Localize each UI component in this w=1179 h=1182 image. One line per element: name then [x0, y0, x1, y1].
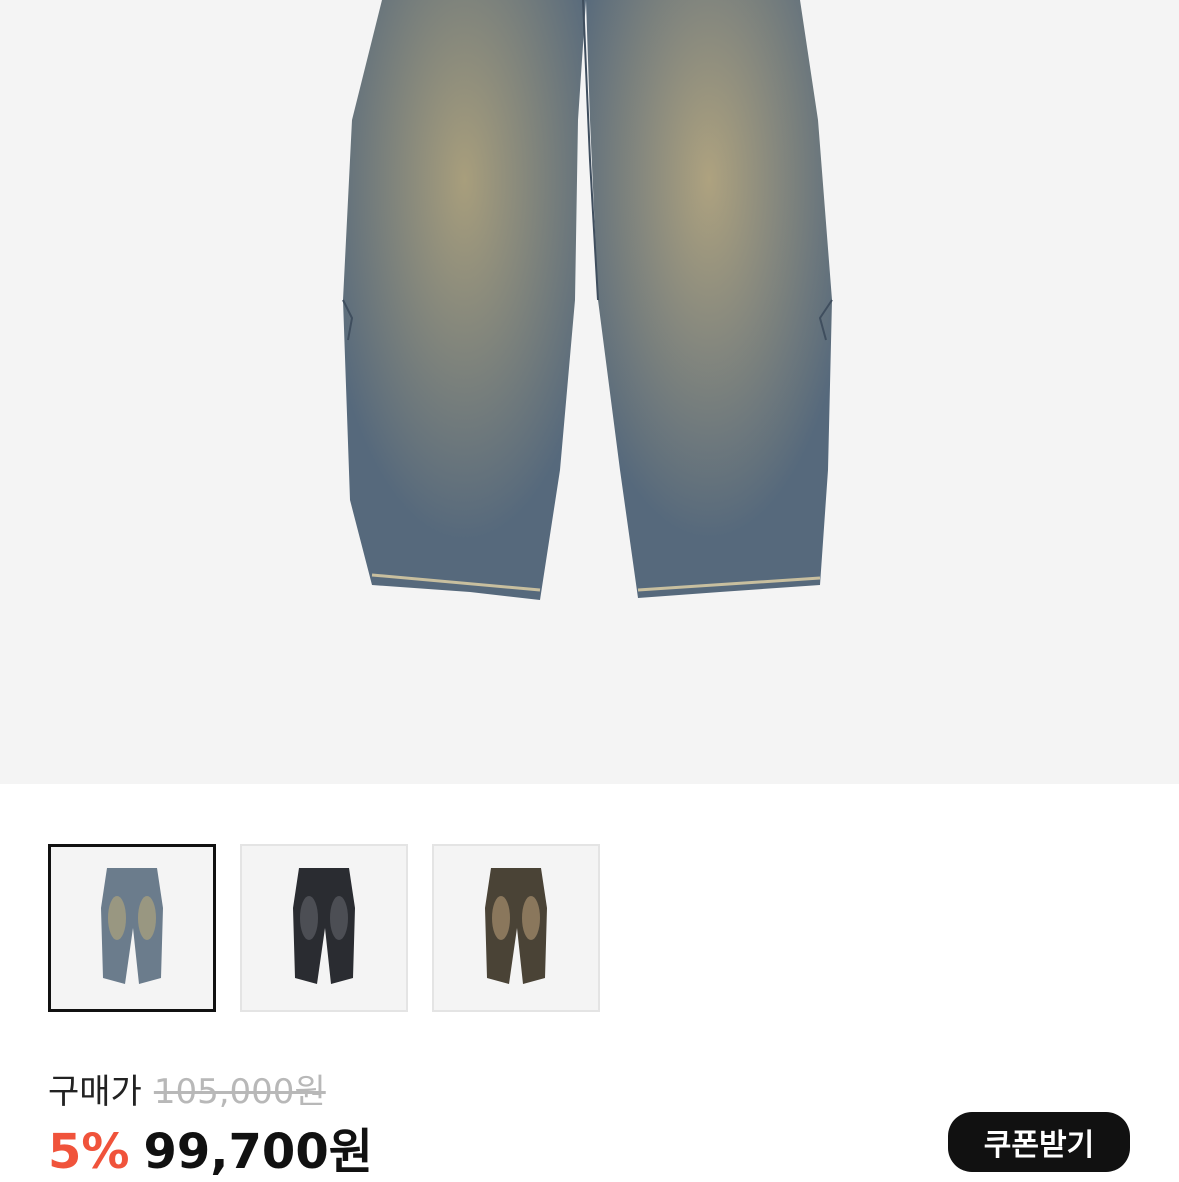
- original-price-row: 구매가 105,000원: [48, 1064, 326, 1113]
- jeans-thumbnail-icon: [485, 868, 547, 984]
- jeans-thumbnail-icon: [101, 868, 163, 984]
- thumbnail-brown-wash[interactable]: [432, 844, 600, 1012]
- product-main-image[interactable]: [0, 0, 1179, 784]
- coupon-button[interactable]: 쿠폰받기: [948, 1112, 1130, 1172]
- sale-price: 99,700원: [143, 1124, 373, 1180]
- price-label: 구매가: [48, 1072, 142, 1112]
- jeans-illustration: [342, 0, 833, 600]
- sale-price-row: 5% 99,700원: [48, 1112, 373, 1182]
- discount-rate: 5%: [48, 1124, 130, 1180]
- thumbnail-black-wash[interactable]: [240, 844, 408, 1012]
- jeans-thumbnail-icon: [293, 868, 355, 984]
- thumbnail-light-wash[interactable]: [48, 844, 216, 1012]
- thumbnail-list: [48, 844, 600, 1012]
- original-price: 105,000원: [153, 1072, 326, 1112]
